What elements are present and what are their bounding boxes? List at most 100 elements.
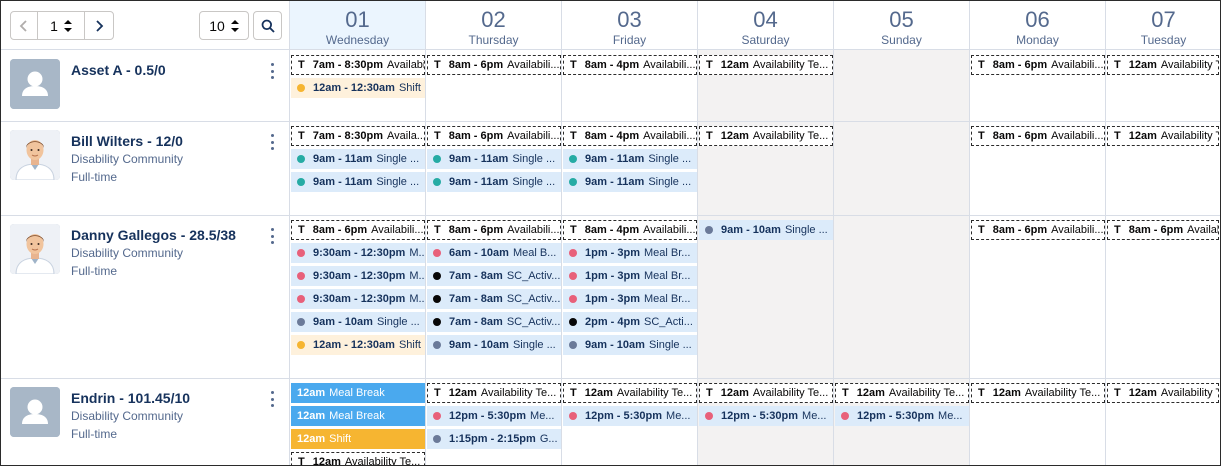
availability-event[interactable]: T 12amAvailability Te... [1107, 383, 1219, 403]
shift-event[interactable]: 9:30am - 12:30pmM... [291, 243, 425, 263]
event-title: Shift [398, 82, 421, 94]
shift-event[interactable]: 12am - 12:30am Shift [291, 335, 425, 355]
shift-event[interactable]: 9am - 10am Single ... [427, 335, 561, 355]
stepper-arrows-icon[interactable] [230, 19, 239, 33]
status-dot-icon [433, 249, 441, 257]
shift-event[interactable]: 9am - 11am Single ... [563, 149, 697, 169]
resource-name[interactable]: Danny Gallegos - 28.5/38 [71, 227, 236, 243]
shift-event[interactable]: 9am - 10am Single ... [699, 220, 833, 240]
shift-event[interactable]: 1pm - 3pm Meal Br... [563, 289, 697, 309]
event-title: Meal Br... [644, 270, 691, 282]
availability-event[interactable]: T 8am - 6pmAvailabili... [427, 220, 561, 240]
availability-event[interactable]: T 8am - 6pmAvailabili... [971, 220, 1105, 240]
shift-event[interactable]: 9am - 11am Single ... [427, 149, 561, 169]
shift-event[interactable]: 9:30am - 12:30pmM... [291, 266, 425, 286]
event-type-letter: T [706, 59, 713, 71]
shift-event[interactable]: 12am Meal Break [291, 406, 425, 426]
day-header-friday[interactable]: 03 Friday [562, 1, 698, 50]
event-type-letter: T [298, 59, 305, 71]
shift-event[interactable]: 12am - 12:30am Shift [291, 78, 425, 98]
next-page-button[interactable] [84, 11, 114, 40]
availability-event[interactable]: T 12amAvailability Te... [1107, 55, 1219, 75]
shift-event[interactable]: 9am - 11am Single ... [291, 149, 425, 169]
shift-event[interactable]: 12pm - 5:30pm Me... [563, 406, 697, 426]
day-header-thursday[interactable]: 02 Thursday [426, 1, 562, 50]
shift-event[interactable]: 12pm - 5:30pm Me... [699, 406, 833, 426]
more-actions-icon[interactable] [267, 391, 277, 407]
more-actions-icon[interactable] [267, 63, 277, 79]
day-header-saturday[interactable]: 04 Saturday [698, 1, 834, 50]
status-dot-icon [433, 155, 441, 163]
availability-event[interactable]: T 12amAvailability Te... [699, 383, 833, 403]
availability-event[interactable]: T 12amAvailability Te... [699, 55, 833, 75]
shift-event[interactable]: 7am - 8am SC_Activ... [427, 266, 561, 286]
shift-event[interactable]: 1:15pm - 2:15pm G... [427, 429, 561, 449]
shift-event[interactable]: 12am Shift [291, 429, 425, 449]
day-number: 06 [1025, 7, 1050, 32]
search-button[interactable] [253, 11, 282, 40]
event-title: Single ... [512, 153, 556, 165]
event-title: Availability Te... [480, 387, 557, 399]
availability-event[interactable]: T 12amAvailability Te... [699, 126, 833, 146]
shift-event[interactable]: 9am - 10am Single ... [563, 335, 697, 355]
day-header-wednesday[interactable]: 01 Wednesday [290, 1, 426, 50]
shift-event[interactable]: 7am - 8am SC_Activ... [427, 289, 561, 309]
availability-event[interactable]: T 12amAvailability Te... [835, 383, 969, 403]
placeholder-avatar-icon [10, 387, 60, 437]
availability-event[interactable]: T 7am - 8:30pmAvailabili... [291, 55, 425, 75]
availability-event[interactable]: T 12amAvailability Te... [427, 383, 561, 403]
availability-event[interactable]: T 7am - 8:30pm Availa... [291, 126, 425, 146]
shift-event[interactable]: 6am - 10am Meal B... [427, 243, 561, 263]
availability-event[interactable]: T 8am - 6pmAvailabili... [1107, 220, 1219, 240]
availability-event[interactable]: T 8am - 6pmAvailabili... [291, 220, 425, 240]
shift-event[interactable]: 1pm - 3pm Meal Br... [563, 266, 697, 286]
availability-event[interactable]: T 8am - 6pmAvailabili... [427, 55, 561, 75]
prev-page-button[interactable] [10, 11, 38, 40]
shift-event[interactable]: 12am Meal Break [291, 383, 425, 403]
day-header-monday[interactable]: 06 Monday [970, 1, 1106, 50]
event-time: 12am - 12:30am [313, 339, 395, 351]
event-title: Availability Te... [1160, 387, 1218, 399]
resource-name[interactable]: Bill Wilters - 12/0 [71, 133, 183, 149]
page-number-stepper[interactable]: 1 [37, 11, 85, 40]
shift-event[interactable]: 9am - 11am Single ... [291, 172, 425, 192]
shift-event[interactable]: 9am - 11am Single ... [563, 172, 697, 192]
page-size-stepper[interactable]: 10 [199, 11, 249, 40]
shift-event[interactable]: 9am - 11am Single ... [427, 172, 561, 192]
availability-event[interactable]: T 8am - 4pm Availabili... [563, 55, 697, 75]
shift-event[interactable]: 12pm - 5:30pm Me... [835, 406, 969, 426]
availability-event[interactable]: T 12amAvailability Te... [1107, 126, 1219, 146]
shift-event[interactable]: 1pm - 3pm Meal Br... [563, 243, 697, 263]
shift-event[interactable]: 12pm - 5:30pm Me... [427, 406, 561, 426]
resource-name[interactable]: Asset A - 0.5/0 [71, 62, 166, 78]
resource-employment-type: Full-time [71, 170, 118, 184]
day-header-sunday[interactable]: 05 Sunday [834, 1, 970, 50]
event-type-letter: T [298, 456, 305, 466]
status-dot-icon [569, 295, 577, 303]
more-actions-icon[interactable] [267, 228, 277, 244]
availability-event[interactable]: T 8am - 6pmAvailabili... [427, 126, 561, 146]
status-dot-icon [297, 84, 305, 92]
day-number: 07 [1151, 7, 1176, 32]
status-dot-icon [841, 412, 849, 420]
availability-event[interactable]: T 12amAvailability Te... [291, 452, 425, 466]
availability-event[interactable]: T 8am - 6pmAvailabili... [971, 126, 1105, 146]
event-title: Single ... [648, 153, 692, 165]
shift-event[interactable]: 9:30am - 12:30pmM... [291, 289, 425, 309]
day-header-tuesday[interactable]: 07 Tuesday [1106, 1, 1220, 50]
more-actions-icon[interactable] [267, 134, 277, 150]
shift-event[interactable]: 7am - 8am SC_Activ... [427, 312, 561, 332]
event-time: 8am - 4pm [584, 224, 640, 236]
person-avatar [10, 224, 60, 274]
event-title: Meal Br... [644, 293, 691, 305]
availability-event[interactable]: T 12amAvailability Te... [971, 383, 1105, 403]
resource-name[interactable]: Endrin - 101.45/10 [71, 390, 190, 406]
event-time: 1pm - 3pm [585, 247, 641, 259]
availability-event[interactable]: T 8am - 4pm Availabili... [563, 126, 697, 146]
shift-event[interactable]: 2pm - 4pm SC_Acti... [563, 312, 697, 332]
shift-event[interactable]: 9am - 10am Single ... [291, 312, 425, 332]
availability-event[interactable]: T 12amAvailability Te... [563, 383, 697, 403]
availability-event[interactable]: T 8am - 4pm Availabili... [563, 220, 697, 240]
availability-event[interactable]: T 8am - 6pmAvailabili... [971, 55, 1105, 75]
stepper-arrows-icon[interactable] [63, 19, 72, 33]
